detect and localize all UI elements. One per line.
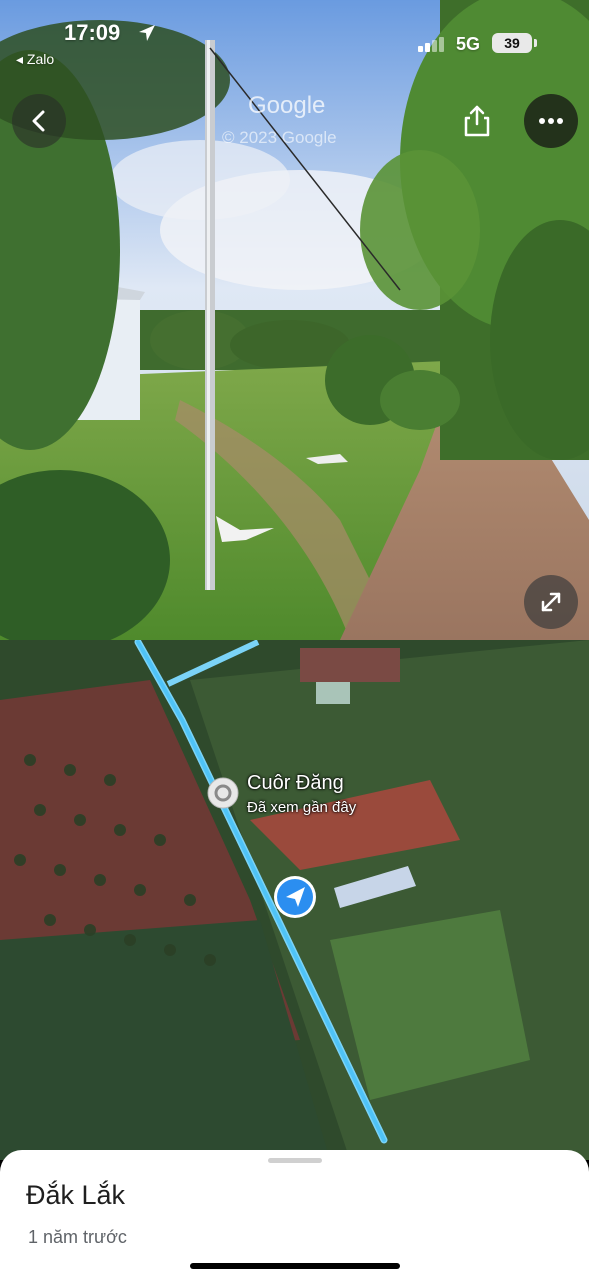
share-button[interactable]	[450, 94, 504, 148]
sheet-grabber[interactable]	[268, 1158, 322, 1163]
location-arrow-icon	[138, 24, 156, 47]
capture-date: 1 năm trước	[28, 1227, 127, 1247]
location-title: Đắk Lắk	[26, 1180, 126, 1210]
home-indicator[interactable]	[190, 1263, 400, 1269]
place-pin-icon[interactable]	[206, 776, 240, 810]
back-button[interactable]	[12, 94, 66, 148]
battery-cap	[534, 39, 537, 47]
expand-icon	[541, 592, 561, 612]
street-view-panorama[interactable]: 17:09 ◂ Zalo 5G 39 Google © 2023 Google	[0, 0, 589, 640]
navigation-arrow-icon[interactable]	[272, 874, 318, 920]
place-name-label[interactable]: Cuôr Đăng	[247, 772, 344, 795]
place-recent-label: Đã xem gần đây	[247, 799, 357, 816]
status-time: 17:09	[64, 20, 121, 45]
more-options-button[interactable]	[524, 94, 578, 148]
chevron-left-icon	[32, 110, 45, 132]
signal-bars-icon	[418, 36, 448, 57]
network-type: 5G	[456, 34, 481, 54]
battery-indicator: 39	[492, 33, 532, 53]
status-bar: 17:09 ◂ Zalo 5G 39	[0, 0, 589, 80]
back-to-app-link[interactable]: ◂ Zalo	[16, 51, 54, 68]
google-watermark: Google	[248, 92, 326, 119]
copyright-text: © 2023 Google	[222, 128, 337, 147]
expand-button[interactable]	[524, 575, 578, 629]
share-icon	[464, 105, 490, 137]
bottom-sheet[interactable]: Đắk Lắk 1 năm trước	[0, 1150, 589, 1280]
more-horizontal-icon	[539, 118, 563, 124]
